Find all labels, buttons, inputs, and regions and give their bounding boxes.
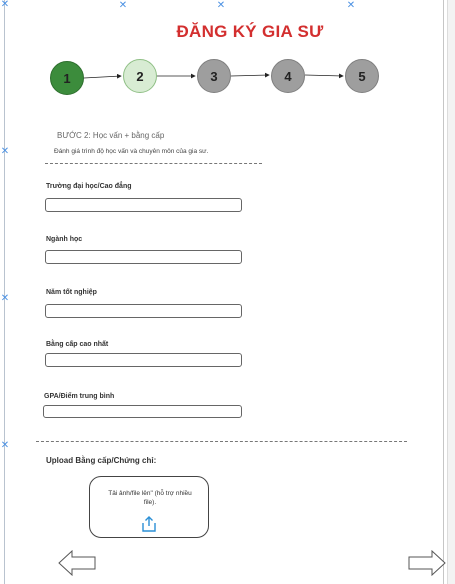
major-input[interactable] (45, 250, 242, 264)
selection-handle-icon[interactable]: ✕ (0, 441, 10, 451)
step-number: 5 (358, 68, 366, 84)
selection-handle-icon[interactable]: ✕ (0, 147, 10, 157)
step-description: Đánh giá trình độ học vấn và chuyên môn … (54, 148, 209, 155)
highest-degree-label: Bằng cấp cao nhất (46, 341, 109, 348)
section-divider (45, 163, 262, 164)
selection-handle-icon[interactable]: ✕ (0, 294, 10, 304)
section-divider (36, 441, 407, 442)
step-connector (230, 72, 270, 78)
major-label: Ngành học (46, 236, 83, 243)
step-number: 4 (284, 68, 292, 84)
highest-degree-input[interactable] (45, 353, 242, 367)
upload-dropzone[interactable]: Tải ảnh/file lên" (hỗ trợ nhiều file). (89, 476, 209, 538)
step-number: 1 (63, 70, 71, 86)
step-connector (83, 73, 122, 79)
graduation-year-label: Năm tốt nghiệp (46, 289, 97, 296)
step-connectors (83, 72, 344, 79)
step-connector (304, 73, 344, 79)
step-2[interactable]: 2 (123, 59, 157, 93)
step-4[interactable]: 4 (271, 59, 305, 93)
gpa-input[interactable] (43, 405, 242, 418)
arrow-left-icon[interactable] (58, 550, 96, 576)
step-number: 2 (136, 68, 144, 84)
upload-label: Upload Bằng cấp/Chứng chỉ: (46, 456, 157, 465)
university-label: Trường đại học/Cao đẳng (46, 183, 132, 190)
upload-hint: Tải ảnh/file lên" (hỗ trợ nhiều file). (108, 490, 192, 506)
upload-icon[interactable] (139, 514, 159, 534)
arrow-right-icon[interactable] (408, 550, 446, 576)
step-1[interactable]: 1 (50, 61, 84, 95)
university-input[interactable] (45, 198, 242, 212)
step-3[interactable]: 3 (197, 59, 231, 93)
step-5[interactable]: 5 (345, 59, 379, 93)
step-heading: BƯỚC 2: Học vấn + bằng cấp (57, 131, 165, 140)
graduation-year-input[interactable] (45, 304, 242, 318)
gpa-label: GPA/Điểm trung bình (44, 393, 115, 400)
step-number: 3 (210, 68, 218, 84)
